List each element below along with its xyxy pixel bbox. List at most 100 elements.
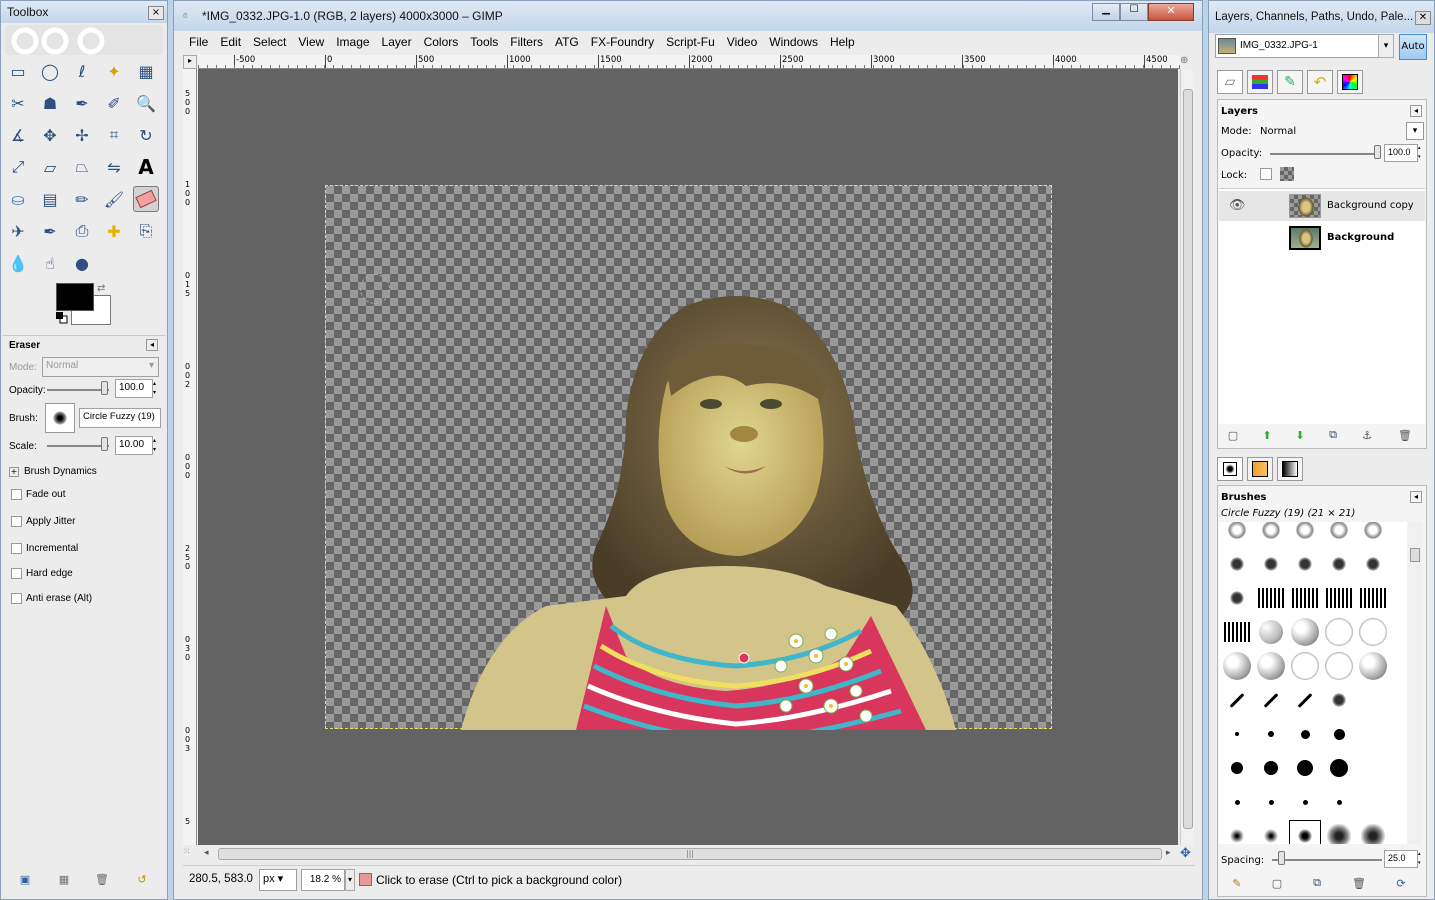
option-checkbox-3[interactable] xyxy=(11,568,22,579)
tool-eraser[interactable] xyxy=(133,186,159,212)
brush-cell[interactable] xyxy=(1289,548,1321,580)
brush-cell[interactable] xyxy=(1255,548,1287,580)
menu-fxfoundry[interactable]: FX-Foundry xyxy=(591,35,654,49)
brush-cell[interactable] xyxy=(1323,522,1355,546)
brush-cell[interactable] xyxy=(1255,752,1287,784)
brush-cell[interactable] xyxy=(1323,582,1355,614)
brush-cell[interactable] xyxy=(1221,718,1253,750)
brush-cell[interactable] xyxy=(1221,752,1253,784)
scale-slider-handle[interactable] xyxy=(101,437,108,451)
brush-cell[interactable] xyxy=(1289,718,1321,750)
brush-cell[interactable] xyxy=(1255,786,1287,818)
layer-opacity-spinner[interactable]: ▴ ▾ xyxy=(1418,144,1424,162)
quick-mask-toggle[interactable]: ⁙ xyxy=(183,847,197,861)
brush-cell[interactable] xyxy=(1221,522,1253,546)
brush-cell[interactable] xyxy=(1323,650,1355,682)
scroll-right-icon[interactable]: ▸ xyxy=(1166,848,1171,858)
image-select[interactable]: IMG_0332.JPG-1 xyxy=(1215,34,1393,58)
layer-opacity-handle[interactable] xyxy=(1374,145,1381,159)
tool-align[interactable]: ✢ xyxy=(69,122,95,148)
lower-layer-icon[interactable]: ⬇ xyxy=(1293,428,1307,442)
brush-cell[interactable] xyxy=(1357,616,1389,648)
tool-airbrush[interactable]: ✈ xyxy=(5,218,31,244)
menu-tools[interactable]: Tools xyxy=(470,35,498,49)
brush-cell[interactable] xyxy=(1255,684,1287,716)
horizontal-scrollbar[interactable]: ||| xyxy=(218,848,1162,860)
scroll-left-icon[interactable]: ◂ xyxy=(204,848,209,858)
edit-brush-icon[interactable]: ✎ xyxy=(1230,876,1244,890)
tool-paths[interactable]: ✒ xyxy=(69,90,95,116)
vertical-scrollbar[interactable] xyxy=(1180,69,1194,845)
opacity-spinner[interactable]: ▴ ▾ xyxy=(153,379,161,398)
brush-cell[interactable] xyxy=(1289,522,1321,546)
brush-cell[interactable] xyxy=(1289,786,1321,818)
tool-ellipse-select[interactable]: ◯ xyxy=(37,58,63,84)
lock-pixels-checkbox[interactable] xyxy=(1260,168,1272,180)
tool-paintbrush[interactable]: 🖌 xyxy=(101,186,127,212)
lock-alpha-icon[interactable] xyxy=(1280,167,1294,181)
tool-rect-select[interactable]: ▭ xyxy=(5,58,31,84)
menu-help[interactable]: Help xyxy=(830,35,855,49)
brush-cell[interactable] xyxy=(1323,548,1355,580)
tool-scale[interactable]: ⤢ xyxy=(5,154,31,180)
brush-preview-button[interactable] xyxy=(45,403,75,433)
tool-ink[interactable]: ✒ xyxy=(37,218,63,244)
brush-cell[interactable] xyxy=(1323,684,1355,716)
scale-slider-track[interactable] xyxy=(47,445,109,447)
option-checkbox-2[interactable] xyxy=(11,543,22,554)
layer-mode-value[interactable]: Normal xyxy=(1260,126,1296,137)
brush-name-field[interactable]: Circle Fuzzy (19) xyxy=(79,408,161,428)
menu-scriptfu[interactable]: Script-Fu xyxy=(666,35,715,49)
refresh-brushes-icon[interactable]: ⟳ xyxy=(1394,876,1408,890)
tool-move[interactable]: ✥ xyxy=(37,122,63,148)
brush-cell[interactable] xyxy=(1289,684,1321,716)
ruler-corner[interactable]: ▸ xyxy=(183,55,197,69)
raise-layer-icon[interactable]: ⬆ xyxy=(1260,428,1274,442)
tool-options-menu-icon[interactable]: ◂ xyxy=(146,339,158,351)
brush-grid-scrollbar[interactable] xyxy=(1408,522,1422,844)
brush-cell[interactable] xyxy=(1323,820,1355,844)
layers-menu-icon[interactable]: ◂ xyxy=(1410,105,1422,117)
menu-atg[interactable]: ATG xyxy=(555,35,579,49)
brush-cell[interactable] xyxy=(1289,650,1321,682)
toolbox-close-button[interactable]: × xyxy=(148,6,164,20)
canvas-area[interactable] xyxy=(198,69,1178,845)
minimize-button[interactable]: ▁ xyxy=(1092,3,1120,21)
brush-cell[interactable] xyxy=(1221,582,1253,614)
tab-brushes[interactable] xyxy=(1217,457,1243,481)
duplicate-layer-icon[interactable]: ⧉ xyxy=(1326,428,1340,442)
brush-cell[interactable] xyxy=(1289,752,1321,784)
maximize-button[interactable]: ☐ xyxy=(1120,3,1148,21)
brush-cell[interactable] xyxy=(1221,616,1253,648)
tab-paths[interactable]: ✎ xyxy=(1277,70,1303,94)
option-checkbox-1[interactable] xyxy=(11,516,22,527)
brush-scroll-thumb[interactable] xyxy=(1410,548,1420,562)
spacing-slider-handle[interactable] xyxy=(1278,851,1285,865)
spacing-input[interactable]: 25.0 xyxy=(1384,850,1418,868)
menu-colors[interactable]: Colors xyxy=(424,35,459,49)
mode-select[interactable]: Normal ▾ xyxy=(42,357,159,377)
brush-cell[interactable] xyxy=(1221,820,1253,844)
brush-cell[interactable] xyxy=(1221,548,1253,580)
unit-select[interactable]: px ▾ xyxy=(259,869,297,891)
tab-undo[interactable]: ↶ xyxy=(1307,70,1333,94)
brush-cell[interactable] xyxy=(1255,522,1287,546)
tab-gradients[interactable] xyxy=(1277,457,1303,481)
brush-cell[interactable] xyxy=(1255,582,1287,614)
brush-cell[interactable] xyxy=(1323,752,1355,784)
brush-cell[interactable] xyxy=(1323,786,1355,818)
save-options-icon[interactable]: ▣ xyxy=(18,872,32,886)
menu-file[interactable]: File xyxy=(189,35,208,49)
navigate-icon[interactable]: ⊕ xyxy=(1180,55,1194,69)
tool-scissors-select[interactable]: ✂ xyxy=(5,90,31,116)
brush-cell[interactable] xyxy=(1255,650,1287,682)
tool-smudge[interactable]: ☝ xyxy=(37,250,63,276)
tool-shear[interactable]: ▱ xyxy=(37,154,63,180)
menu-image[interactable]: Image xyxy=(336,35,369,49)
dock-close-button[interactable]: ✕ xyxy=(1415,11,1431,25)
tool-flip[interactable]: ⇋ xyxy=(101,154,127,180)
brush-cell[interactable] xyxy=(1255,718,1287,750)
close-button[interactable]: ✕ xyxy=(1148,3,1194,21)
option-checkbox-0[interactable] xyxy=(11,489,22,500)
tab-channels[interactable] xyxy=(1247,70,1273,94)
